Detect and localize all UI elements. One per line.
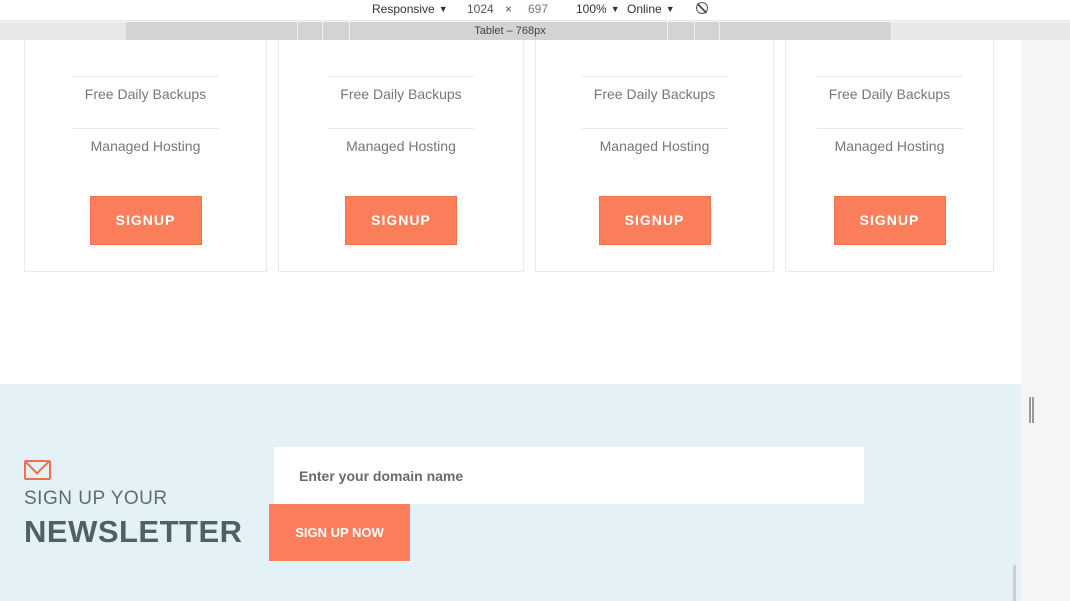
feature-hosting: Managed Hosting — [346, 138, 456, 154]
pricing-card: Free Daily Backups Managed Hosting SIGNU… — [278, 40, 524, 272]
domain-input[interactable] — [274, 447, 864, 504]
feature-hosting: Managed Hosting — [834, 138, 945, 154]
viewport-resize-handle[interactable] — [1029, 397, 1034, 423]
chevron-down-icon: ▼ — [438, 4, 448, 14]
signup-button[interactable]: SIGNUP — [598, 196, 711, 245]
feature-divider — [72, 76, 219, 77]
newsletter-title: NEWSLETTER — [24, 514, 243, 549]
width-input[interactable]: 1024 — [467, 2, 494, 16]
network-label: Online — [627, 2, 662, 16]
feature-hosting: Managed Hosting — [90, 138, 201, 154]
rotate-disabled-icon[interactable] — [696, 2, 708, 14]
feature-divider — [581, 76, 728, 77]
newsletter-subtitle: SIGN UP YOUR — [24, 488, 168, 509]
device-mode-label: Responsive — [372, 2, 435, 16]
signup-button[interactable]: SIGNUP — [345, 196, 457, 245]
signup-button[interactable]: SIGNUP — [89, 196, 202, 245]
feature-backups: Free Daily Backups — [340, 86, 462, 102]
devtools-toolbar: Responsive ▼ 1024 × 697 100% ▼ Online ▼ — [0, 0, 1070, 21]
media-query-bar: Tablet – 768px — [0, 22, 1070, 40]
chevron-down-icon: ▼ — [665, 4, 675, 14]
pricing-card: Free Daily Backups Managed Hosting SIGNU… — [24, 40, 267, 272]
feature-hosting: Managed Hosting — [599, 138, 710, 154]
network-throttle-dropdown[interactable]: Online ▼ — [627, 2, 675, 17]
viewport-gutter — [1021, 40, 1070, 601]
zoom-label: 100% — [576, 2, 607, 16]
zoom-dropdown[interactable]: 100% ▼ — [576, 2, 620, 17]
envelope-icon — [24, 460, 51, 480]
feature-divider — [328, 128, 474, 129]
feature-divider — [328, 76, 474, 77]
feature-backups: Free Daily Backups — [828, 86, 951, 102]
pricing-card: Free Daily Backups Managed Hosting SIGNU… — [535, 40, 774, 272]
sign-up-now-button[interactable]: SIGN UP NOW — [269, 504, 410, 561]
chevron-down-icon: ▼ — [610, 4, 620, 14]
feature-divider — [816, 128, 963, 129]
pricing-card: Free Daily Backups Managed Hosting SIGNU… — [785, 40, 994, 272]
dimension-separator: × — [505, 2, 513, 16]
feature-backups: Free Daily Backups — [84, 86, 207, 102]
feature-divider — [72, 128, 219, 129]
scrollbar[interactable] — [1013, 565, 1016, 601]
feature-backups: Free Daily Backups — [593, 86, 716, 102]
device-mode-dropdown[interactable]: Responsive ▼ — [372, 2, 448, 17]
feature-divider — [581, 128, 728, 129]
media-query-label: Tablet – 768px — [474, 25, 546, 37]
feature-divider — [816, 76, 963, 77]
signup-button[interactable]: SIGNUP — [833, 196, 946, 245]
height-input[interactable]: 697 — [528, 2, 548, 16]
page-viewport: Free Daily Backups Managed Hosting SIGNU… — [0, 40, 1021, 601]
newsletter-section: SIGN UP YOUR NEWSLETTER SIGN UP NOW — [0, 384, 1021, 601]
